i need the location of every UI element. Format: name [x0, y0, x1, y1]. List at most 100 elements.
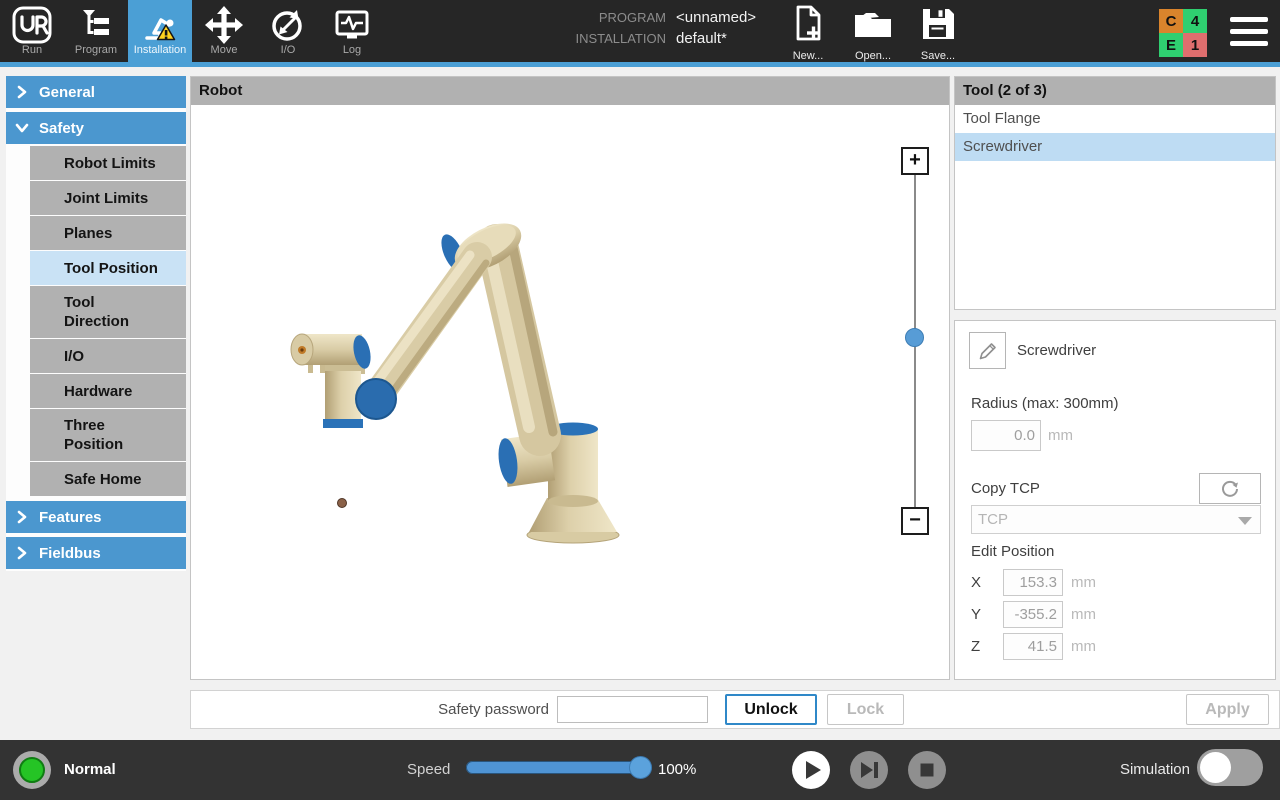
sidebar-item-planes[interactable]: Planes	[30, 216, 186, 250]
robot-3d-view[interactable]	[192, 105, 948, 679]
safety-password-label: Safety password	[191, 691, 549, 728]
refresh-icon	[1219, 478, 1241, 500]
new-button[interactable]: New...	[778, 4, 838, 62]
apply-button[interactable]: Apply	[1186, 694, 1269, 725]
tool-item-screwdriver[interactable]: Screwdriver	[955, 133, 1275, 161]
sidebar-item-robot-limits[interactable]: Robot Limits	[30, 146, 186, 180]
y-unit: mm	[1071, 606, 1096, 623]
axis-x-label: X	[971, 569, 981, 596]
sidebar-item-safety[interactable]: Safety	[6, 112, 186, 144]
lock-button[interactable]: Lock	[827, 694, 904, 725]
coord-row-y: Y mm	[971, 601, 1261, 628]
sidebar-item-fieldbus[interactable]: Fieldbus	[6, 537, 186, 569]
z-input[interactable]	[1003, 633, 1063, 660]
safe-home-label: Safe Home	[64, 470, 142, 489]
checksum-cell-1: 1	[1183, 33, 1207, 57]
sidebar-item-three-position[interactable]: Three Position	[30, 409, 186, 461]
copy-tcp-refresh-button[interactable]	[1199, 473, 1261, 504]
step-button[interactable]	[850, 751, 888, 789]
sidebar-item-hardware[interactable]: Hardware	[30, 374, 186, 408]
x-unit: mm	[1071, 574, 1096, 591]
radius-input[interactable]	[971, 420, 1041, 451]
sidebar-item-features[interactable]: Features	[6, 501, 186, 533]
tab-move[interactable]: Move	[192, 0, 256, 62]
chevron-down-icon	[1238, 517, 1252, 525]
save-floppy-icon	[919, 4, 957, 49]
pencil-icon	[977, 340, 999, 362]
io-label: I/O	[64, 347, 84, 366]
sidebar-item-tool-direction[interactable]: Tool Direction	[30, 286, 186, 338]
robot-view-panel: Robot	[190, 76, 950, 680]
sidebar-item-tool-position[interactable]: Tool Position	[30, 251, 186, 285]
tool-name-label: Screwdriver	[1017, 332, 1096, 369]
tool-position-label: Tool Position	[64, 259, 158, 278]
radius-label: Radius (max: 300mm)	[971, 395, 1119, 412]
status-green-icon	[19, 757, 45, 783]
checksum-cell-e: E	[1159, 33, 1183, 57]
sidebar-item-joint-limits[interactable]: Joint Limits	[30, 181, 186, 215]
tab-run-label: Run	[22, 44, 42, 56]
sidebar-item-io[interactable]: I/O	[30, 339, 186, 373]
stop-button[interactable]	[908, 751, 946, 789]
axis-y-label: Y	[971, 601, 981, 628]
axis-z-label: Z	[971, 633, 980, 660]
sidebar-item-general[interactable]: General	[6, 76, 186, 108]
open-folder-icon	[852, 4, 894, 49]
tool-item-tool-flange[interactable]: Tool Flange	[955, 105, 1275, 133]
y-input[interactable]	[1003, 601, 1063, 628]
robot-status-label: Normal	[64, 740, 116, 800]
tab-log[interactable]: Log	[320, 0, 384, 62]
installation-sidebar: General Safety Robot Limits Joint Limits…	[6, 76, 186, 571]
coord-row-z: Z mm	[971, 633, 1261, 660]
zoom-slider-handle[interactable]	[905, 328, 924, 347]
unlock-button[interactable]: Unlock	[725, 694, 817, 725]
io-icon	[268, 4, 308, 46]
speed-value: 100%	[658, 740, 696, 800]
safety-password-input[interactable]	[557, 696, 708, 723]
speed-slider-handle[interactable]	[629, 756, 652, 779]
edit-position-label: Edit Position	[971, 543, 1054, 560]
tcp-dropdown-value: TCP	[978, 511, 1008, 528]
zoom-in-button[interactable]: +	[901, 147, 929, 175]
step-forward-icon	[850, 751, 888, 789]
tcp-dropdown[interactable]: TCP	[971, 505, 1261, 534]
x-input[interactable]	[1003, 569, 1063, 596]
robot-status-light[interactable]	[13, 751, 51, 789]
simulation-toggle[interactable]	[1197, 749, 1263, 786]
robot-panel-header: Robot	[191, 77, 949, 105]
save-button-label: Save...	[921, 50, 955, 62]
accent-divider	[0, 62, 1280, 67]
robot-arm-graphic	[192, 105, 948, 679]
sidebar-safety-label: Safety	[39, 120, 84, 137]
speed-label: Speed	[407, 740, 450, 800]
tab-run[interactable]: Run	[0, 0, 64, 62]
speed-slider-track[interactable]	[466, 761, 652, 774]
installation-name: default*	[676, 30, 727, 47]
safety-checksum-grid[interactable]: C 4 E 1	[1159, 9, 1207, 57]
open-button[interactable]: Open...	[843, 4, 903, 62]
sidebar-item-safe-home[interactable]: Safe Home	[30, 462, 186, 496]
installation-robot-icon	[139, 4, 181, 46]
copy-tcp-label: Copy TCP	[971, 480, 1040, 497]
chevron-down-icon	[15, 121, 29, 135]
tab-program[interactable]: Program	[64, 0, 128, 62]
rename-tool-button[interactable]	[969, 332, 1006, 369]
tool-list-header: Tool (2 of 3)	[955, 77, 1275, 105]
tool-direction-label: Tool Direction	[64, 293, 129, 331]
sidebar-general-label: General	[39, 84, 95, 101]
robot-limits-label: Robot Limits	[64, 154, 156, 173]
tab-io[interactable]: I/O	[256, 0, 320, 62]
zoom-out-button[interactable]: −	[901, 507, 929, 535]
joint-limits-label: Joint Limits	[64, 189, 148, 208]
hamburger-menu-icon[interactable]	[1230, 17, 1268, 46]
tab-log-label: Log	[343, 44, 361, 56]
tab-installation[interactable]: Installation	[128, 0, 192, 62]
three-position-label: Three Position	[64, 416, 123, 454]
save-button[interactable]: Save...	[908, 4, 968, 62]
checksum-cell-c: C	[1159, 9, 1183, 33]
play-button[interactable]	[792, 751, 830, 789]
hardware-label: Hardware	[64, 382, 132, 401]
program-icon	[76, 4, 116, 46]
tab-installation-label: Installation	[134, 44, 187, 56]
program-info: PROGRAM <unnamed> INSTALLATION default*	[538, 9, 756, 51]
